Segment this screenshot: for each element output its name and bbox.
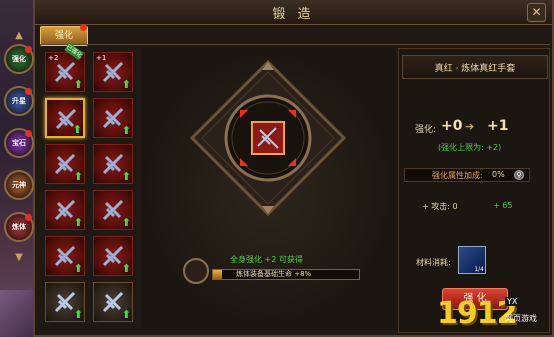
nav-item-spirit[interactable]: 元神 — [4, 170, 34, 200]
upgrade-arrow-icon: ⬆ — [73, 262, 83, 275]
item-name: 真红 · 炼体真红手套 — [434, 64, 516, 74]
equipment-slot[interactable]: ⬆ — [93, 282, 133, 322]
notification-dot — [25, 214, 32, 221]
equipment-slot[interactable]: +1 ⬆ — [93, 52, 133, 92]
upgrade-arrow-icon: ⬆ — [73, 170, 83, 183]
notification-dot — [25, 88, 32, 95]
material-item-slot[interactable]: 1/4 — [458, 246, 486, 274]
material-count: 1/4 — [474, 266, 484, 273]
equipment-slot[interactable]: ⬆ — [45, 282, 85, 322]
title-bar: 锻 造 ✕ — [35, 0, 552, 25]
watermark-caption: 网页游戏 — [505, 314, 537, 323]
tab-divider — [40, 44, 550, 45]
equipment-slot[interactable]: ⬆ — [45, 236, 85, 276]
item-name-box: 真红 · 炼体真红手套 — [402, 55, 548, 79]
upgrade-arrow-icon: ⬆ — [121, 216, 131, 229]
level-from: +0 — [441, 118, 463, 134]
slot-level: +2 — [48, 54, 59, 62]
nav-item-strengthen[interactable]: 强化 — [4, 44, 34, 74]
upgrade-arrow-icon: ⬆ — [73, 308, 83, 321]
level-to: +1 — [487, 118, 509, 134]
equipment-slot[interactable]: ⬆ — [93, 144, 133, 184]
material-label: 材料消耗: — [416, 258, 451, 267]
upgrade-arrow-icon: ⬆ — [121, 124, 131, 137]
side-nav: ▲ 强化 升星 宝石 元神 炼体 ▼ — [2, 30, 36, 270]
upgrade-arrow-icon: ⬆ — [121, 78, 131, 91]
upgrade-arrow-icon: ⬆ — [121, 262, 131, 275]
attribute-bonus-label: 强化属性加成: — [432, 171, 483, 180]
notification-dot — [25, 130, 32, 137]
nav-item-gem[interactable]: 宝石 — [4, 128, 34, 158]
equipment-slot[interactable]: ⬆ — [93, 98, 133, 138]
equipment-slot[interactable]: ⬆ — [45, 98, 85, 138]
forge-altar — [190, 60, 346, 216]
upgrade-arrow-icon: ⬆ — [121, 170, 131, 183]
nav-up-arrow-icon[interactable]: ▲ — [12, 30, 26, 41]
attribute-bonus-value: 0% — [492, 170, 505, 179]
nav-item-star[interactable]: 升星 — [4, 86, 34, 116]
nav-label: 升星 — [12, 97, 26, 105]
close-button[interactable]: ✕ — [527, 3, 546, 22]
progress-text: 炼体装备基础生命 +8% — [236, 270, 312, 278]
strengthen-limit: (强化上限为: +2) — [438, 143, 502, 152]
window-title: 锻 造 — [272, 7, 315, 22]
level-label: 强化: — [415, 125, 437, 135]
progress-fill — [213, 270, 222, 279]
nav-down-arrow-icon[interactable]: ▼ — [12, 252, 26, 263]
slot-level: +1 — [96, 54, 107, 62]
equipment-slot[interactable]: ⬆ — [93, 190, 133, 230]
equipment-slot[interactable]: ⬆ — [45, 190, 85, 230]
nav-label: 强化 — [12, 55, 26, 63]
stat-gain: + 65 — [493, 201, 513, 210]
nav-label: 炼体 — [12, 223, 26, 231]
equipment-slot[interactable]: +2 已强化 ⬆ — [45, 42, 85, 92]
level-arrow-icon: ➔ — [465, 120, 475, 133]
tab-notification-dot — [80, 24, 87, 31]
upgrade-arrow-icon: ⬆ — [72, 123, 82, 136]
upgrade-arrow-icon: ⬆ — [73, 78, 83, 91]
upgrade-arrow-icon: ⬆ — [121, 308, 131, 321]
stat-attack: + 攻击: 0 — [422, 202, 458, 211]
magnifier-icon[interactable]: ⚲ — [514, 170, 524, 180]
upgrade-arrow-icon: ⬆ — [73, 216, 83, 229]
nav-label: 宝石 — [12, 139, 26, 147]
equipment-grid: +2 已强化 ⬆ +1 ⬆ ⬆ ⬆ ⬆ ⬆ ⬆ ⬆ ⬆ ⬆ ⬆ ⬆ — [41, 42, 137, 328]
set-bonus-crown-icon[interactable] — [183, 258, 209, 284]
equipment-slot[interactable]: ⬆ — [45, 144, 85, 184]
notification-dot — [25, 46, 32, 53]
watermark-badge: YX — [505, 297, 520, 306]
set-bonus-text: 全身强化 +2 可获得 — [230, 255, 303, 264]
equipment-slot[interactable]: ⬆ — [93, 236, 133, 276]
nav-item-body[interactable]: 炼体 — [4, 212, 34, 242]
nav-label: 元神 — [12, 181, 26, 189]
